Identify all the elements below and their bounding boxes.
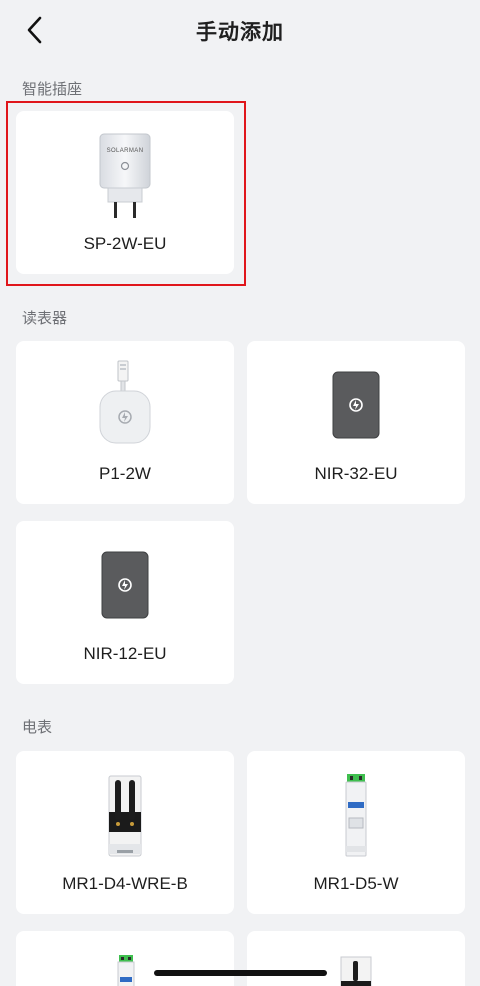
home-indicator <box>154 970 327 976</box>
device-name: SP-2W-EU <box>83 234 167 253</box>
smart-plug-image <box>16 125 234 225</box>
p1-dongle-image <box>16 355 234 455</box>
device-card-mr1-d4-wre-b[interactable]: MR1-D4-WRE-B <box>16 751 234 914</box>
manual-add-page: 手动添加 智能插座 SOLARMAN SP-2W-EU 读表器 P1-2W NI… <box>0 0 480 986</box>
device-name: NIR-32-EU <box>314 464 398 483</box>
device-card-mr1-d5-w[interactable]: MR1-D5-W <box>247 751 465 914</box>
device-card-partial-right[interactable] <box>247 931 465 986</box>
section-label-meter-reader: 读表器 <box>22 310 68 327</box>
section-label-smart-socket: 智能插座 <box>22 81 83 98</box>
device-name: MR1-D5-W <box>313 874 399 893</box>
din-meter-antenna-image <box>16 765 234 865</box>
device-card-sp-2w-eu[interactable]: SOLARMAN SP-2W-EU <box>16 111 234 274</box>
device-name: NIR-12-EU <box>83 644 167 663</box>
device-name: MR1-D4-WRE-B <box>62 874 188 893</box>
device-card-nir-32-eu[interactable]: NIR-32-EU <box>247 341 465 504</box>
page-title: 手动添加 <box>196 21 284 44</box>
din-meter-antenna-image <box>339 955 373 986</box>
brand-label: SOLARMAN <box>106 148 144 154</box>
device-card-nir-12-eu[interactable]: NIR-12-EU <box>16 521 234 684</box>
din-meter-image <box>116 955 136 986</box>
header: 手动添加 <box>0 0 480 60</box>
device-name: P1-2W <box>99 464 151 483</box>
device-card-partial-left[interactable] <box>16 931 234 986</box>
section-label-electric-meter: 电表 <box>22 719 53 736</box>
nir-reader-image <box>247 355 465 455</box>
device-card-p1-2w[interactable]: P1-2W <box>16 341 234 504</box>
din-meter-image <box>247 765 465 865</box>
nir-reader-image <box>16 535 234 635</box>
